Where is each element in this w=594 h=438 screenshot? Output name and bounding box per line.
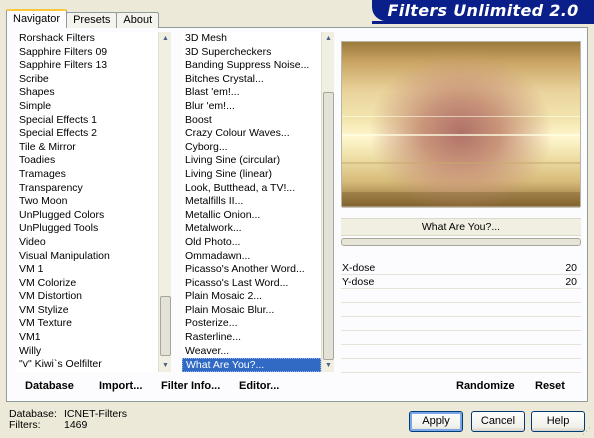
filter-item[interactable]: Crazy Colour Waves... — [182, 127, 321, 141]
category-item[interactable]: Two Moon — [16, 195, 158, 209]
category-item[interactable]: "v" Kiwi`s Oelfilter — [16, 358, 158, 372]
category-item[interactable]: Video — [16, 236, 158, 250]
parameter-value[interactable]: 20 — [565, 261, 577, 275]
category-item[interactable]: UnPlugged Colors — [16, 209, 158, 223]
category-item[interactable]: Transparency — [16, 182, 158, 196]
parameter-value[interactable]: 20 — [565, 275, 577, 289]
parameter-slider[interactable] — [341, 238, 581, 246]
category-item[interactable]: Sapphire Filters 13 — [16, 59, 158, 73]
filter-item[interactable]: Picasso's Another Word... — [182, 263, 321, 277]
category-item[interactable]: Toadies — [16, 154, 158, 168]
category-scroll-thumb[interactable] — [160, 296, 171, 356]
tab-about[interactable]: About — [116, 12, 160, 28]
filter-item[interactable]: Weaver... — [182, 345, 321, 359]
bottom-link-bar: Database Import... Filter Info... Editor… — [7, 374, 587, 401]
filter-item[interactable]: 3D Mesh — [182, 32, 321, 46]
category-item[interactable]: VM Colorize — [16, 277, 158, 291]
category-item[interactable]: Tile & Mirror — [16, 141, 158, 155]
parameter-row[interactable]: Y-dose 20 — [341, 275, 581, 289]
category-item[interactable]: VM 1 — [16, 263, 158, 277]
category-item[interactable]: Visual Manipulation — [16, 250, 158, 264]
filter-scrollbar[interactable]: ▲ ▼ — [321, 32, 334, 372]
filter-item[interactable]: Blur 'em!... — [182, 100, 321, 114]
category-item[interactable]: Tramages — [16, 168, 158, 182]
import-button[interactable]: Import... — [99, 380, 142, 392]
scroll-down-icon[interactable]: ▼ — [322, 359, 335, 372]
filter-item[interactable]: Ommadawn... — [182, 250, 321, 264]
reset-button[interactable]: Reset — [535, 380, 565, 392]
database-button[interactable]: Database — [25, 380, 74, 392]
filter-item[interactable]: Bitches Crystal... — [182, 73, 321, 87]
filter-item[interactable]: Picasso's Last Word... — [182, 277, 321, 291]
category-item[interactable]: Special Effects 2 — [16, 127, 158, 141]
tab-presets[interactable]: Presets — [66, 12, 118, 28]
category-item[interactable]: Scribe — [16, 73, 158, 87]
filter-item[interactable]: Living Sine (linear) — [182, 168, 321, 182]
parameter-row-empty — [341, 317, 581, 331]
filter-info-button[interactable]: Filter Info... — [161, 380, 220, 392]
category-scrollbar[interactable]: ▲ ▼ — [158, 32, 171, 372]
category-item[interactable]: Willy — [16, 345, 158, 359]
scroll-up-icon[interactable]: ▲ — [159, 32, 172, 45]
cancel-button[interactable]: Cancel — [471, 411, 525, 432]
parameter-grid: X-dose 20 Y-dose 20 — [341, 261, 581, 373]
scroll-up-icon[interactable]: ▲ — [322, 32, 335, 45]
parameter-name: X-dose — [342, 262, 376, 274]
filter-item[interactable]: What Are You?... — [182, 358, 321, 372]
parameter-row-empty — [341, 331, 581, 345]
category-item[interactable]: VM Stylize — [16, 304, 158, 318]
parameter-row-empty — [341, 303, 581, 317]
parameter-row-empty — [341, 359, 581, 373]
apply-button[interactable]: Apply — [409, 411, 463, 432]
filter-list[interactable]: 3D Mesh 3D Supercheckers Banding Suppress … — [182, 32, 321, 372]
filter-name-button[interactable]: What Are You?... — [341, 218, 581, 236]
parameter-row-empty — [341, 289, 581, 303]
filter-item[interactable]: Metalfills II... — [182, 195, 321, 209]
category-list[interactable]: Rorshack Filters Sapphire Filters 09 Sapph… — [16, 32, 158, 372]
filter-scroll-thumb[interactable] — [323, 92, 334, 360]
category-item[interactable]: VM1 — [16, 331, 158, 345]
category-item[interactable]: Special Effects 1 — [16, 114, 158, 128]
filter-item[interactable]: Look, Butthead, a TV!... — [182, 182, 321, 196]
parameter-name: Y-dose — [342, 276, 375, 288]
category-item[interactable]: Simple — [16, 100, 158, 114]
filter-item[interactable]: Plain Mosaic 2... — [182, 290, 321, 304]
filter-item[interactable]: Plain Mosaic Blur... — [182, 304, 321, 318]
parameter-row-empty — [341, 345, 581, 359]
category-item[interactable]: Rorshack Filters — [16, 32, 158, 46]
navigator-panel: Rorshack Filters Sapphire Filters 09 Sapph… — [6, 27, 588, 402]
title-banner: Filters Unlimited 2.0 — [372, 0, 594, 24]
filters-label: Filters: — [9, 419, 41, 431]
scroll-down-icon[interactable]: ▼ — [159, 359, 172, 372]
filter-item[interactable]: Banding Suppress Noise... — [182, 59, 321, 73]
tab-strip: Navigator Presets About — [6, 9, 160, 28]
database-info: Database: ICNET-Filters Filters: 1469 — [9, 409, 127, 431]
filter-item[interactable]: Cyborg... — [182, 141, 321, 155]
filters-count: 1469 — [64, 419, 88, 431]
app-title: Filters Unlimited 2.0 — [387, 1, 579, 20]
category-item[interactable]: VM Texture — [16, 317, 158, 331]
filter-item[interactable]: Metalwork... — [182, 222, 321, 236]
filter-item[interactable]: Living Sine (circular) — [182, 154, 321, 168]
tab-navigator[interactable]: Navigator — [6, 9, 68, 28]
help-button[interactable]: Help — [531, 411, 585, 432]
category-item[interactable]: Sapphire Filters 09 — [16, 46, 158, 60]
filter-item[interactable]: 3D Supercheckers — [182, 46, 321, 60]
resize-grip-icon[interactable]: ⋰ — [582, 426, 592, 436]
parameter-row[interactable]: X-dose 20 — [341, 261, 581, 275]
category-item[interactable]: Shapes — [16, 86, 158, 100]
filter-item[interactable]: Posterize... — [182, 317, 321, 331]
filter-item[interactable]: Old Photo... — [182, 236, 321, 250]
filter-item[interactable]: Rasterline... — [182, 331, 321, 345]
category-item[interactable]: VM Distortion — [16, 290, 158, 304]
filter-preview-image — [341, 41, 581, 208]
randomize-button[interactable]: Randomize — [456, 380, 515, 392]
filter-item[interactable]: Metallic Onion... — [182, 209, 321, 223]
filter-item[interactable]: Boost — [182, 114, 321, 128]
editor-button[interactable]: Editor... — [239, 380, 279, 392]
category-item[interactable]: UnPlugged Tools — [16, 222, 158, 236]
filter-item[interactable]: Blast 'em!... — [182, 86, 321, 100]
